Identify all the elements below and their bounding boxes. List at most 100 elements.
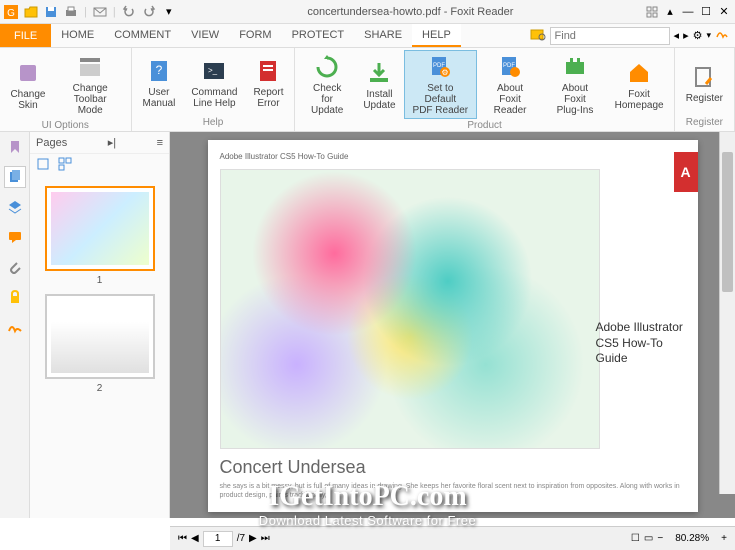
svg-text:>_: >_ — [208, 66, 218, 75]
page-total-label: /7 — [237, 533, 245, 544]
ribbon-toggle-icon[interactable]: ▴ — [663, 5, 677, 19]
email-icon[interactable] — [93, 5, 107, 19]
open-icon[interactable] — [24, 5, 38, 19]
close-icon[interactable]: ✕ — [717, 5, 731, 19]
file-menu-button[interactable]: FILE — [0, 24, 51, 47]
ribbon-group-ui-options: ChangeSkin ChangeToolbar Mode UI Options — [0, 48, 132, 131]
statusbar: ⏮ ◀ /7 ▶ ⏭ ☐ ▭ − 80.28% + — [170, 526, 735, 550]
foxit-homepage-button[interactable]: FoxitHomepage — [608, 50, 669, 119]
save-icon[interactable] — [44, 5, 58, 19]
search-area: ◂ ▸ ⚙ ▾ — [524, 24, 735, 47]
doc-illustration — [220, 169, 600, 449]
skin-icon — [14, 59, 42, 87]
tab-form[interactable]: FORM — [229, 24, 281, 47]
adobe-logo-icon: A — [674, 152, 698, 192]
grid-icon[interactable] — [645, 5, 659, 19]
check-update-button[interactable]: Check forUpdate — [299, 50, 354, 119]
pages-panel: Pages ▸| ≡ 1 2 — [30, 132, 170, 518]
doc-body-text: she says is a bit messy, but is full of … — [220, 482, 686, 500]
plugins-icon — [561, 53, 589, 81]
doc-side-title: Adobe Illustrator CS5 How-To Guide — [596, 320, 686, 367]
about-reader-button[interactable]: PDF About FoxitReader — [479, 50, 542, 119]
toolbar-mode-icon — [76, 53, 104, 81]
manual-icon: ? — [145, 57, 173, 85]
thumb-large-icon[interactable] — [36, 157, 50, 174]
pages-menu-icon[interactable]: ≡ — [157, 137, 163, 149]
document-viewer[interactable]: A Adobe Illustrator CS5 How-To Guide Ado… — [170, 132, 735, 518]
last-page-icon[interactable]: ⏭ — [261, 533, 270, 544]
change-skin-button[interactable]: ChangeSkin — [4, 50, 52, 119]
about-plugins-button[interactable]: About FoxitPlug-Ins — [544, 50, 607, 119]
sidebar-tab-bookmark[interactable] — [4, 136, 26, 158]
tab-comment[interactable]: COMMENT — [104, 24, 181, 47]
sidebar-tab-signatures[interactable] — [4, 316, 26, 338]
ribbon-group-help: ? UserManual >_ CommandLine Help ReportE… — [132, 48, 296, 131]
zoom-in-icon[interactable]: + — [721, 533, 727, 544]
about-reader-icon: PDF — [496, 53, 524, 81]
page-number-label: 2 — [36, 383, 163, 394]
register-icon — [690, 63, 718, 91]
print-icon[interactable] — [64, 5, 78, 19]
search-input[interactable] — [550, 27, 670, 45]
settings-gear-icon[interactable]: ⚙ — [693, 29, 703, 42]
doc-body-title: Concert Undersea — [220, 457, 686, 478]
set-default-reader-button[interactable]: PDF⚙ Set to DefaultPDF Reader — [404, 50, 477, 119]
quick-access-toolbar: G | | ▾ — [4, 5, 176, 19]
thumb-small-icon[interactable] — [58, 157, 72, 174]
prev-page-icon[interactable]: ◀ — [191, 533, 199, 544]
tab-protect[interactable]: PROTECT — [282, 24, 355, 47]
search-prev-icon[interactable]: ◂ — [674, 29, 680, 42]
zoom-level-label: 80.28% — [667, 533, 717, 544]
next-page-icon[interactable]: ▶ — [249, 533, 257, 544]
page-thumbnail-2[interactable] — [45, 294, 155, 379]
sidebar-tab-comments[interactable] — [4, 226, 26, 248]
tab-home[interactable]: HOME — [51, 24, 104, 47]
page-number-input[interactable] — [203, 531, 233, 547]
report-error-button[interactable]: ReportError — [246, 50, 290, 116]
tab-view[interactable]: VIEW — [181, 24, 229, 47]
menubar: FILE HOME COMMENT VIEW FORM PROTECT SHAR… — [0, 24, 735, 48]
pages-thumb-tools — [30, 154, 169, 176]
page-thumbnail-1[interactable] — [45, 186, 155, 271]
command-line-help-button[interactable]: >_ CommandLine Help — [184, 50, 244, 116]
search-next-icon[interactable]: ▸ — [683, 29, 689, 42]
cmd-icon: >_ — [200, 57, 228, 85]
minimize-icon[interactable]: — — [681, 5, 695, 19]
register-button[interactable]: Register — [679, 50, 730, 116]
page-number-label: 1 — [36, 275, 163, 286]
sidebar-tab-pages[interactable] — [4, 166, 26, 188]
pages-list: 1 2 — [30, 176, 169, 518]
redo-icon[interactable] — [142, 5, 156, 19]
change-toolbar-mode-button[interactable]: ChangeToolbar Mode — [54, 50, 127, 119]
install-update-button[interactable]: InstallUpdate — [357, 50, 402, 119]
sign-icon[interactable] — [715, 27, 729, 44]
window-title: concertundersea-howto.pdf - Foxit Reader — [176, 6, 645, 18]
svg-text:G: G — [7, 8, 15, 19]
tab-help[interactable]: HELP — [412, 24, 461, 47]
tab-share[interactable]: SHARE — [354, 24, 412, 47]
view-mode-icon[interactable]: ☐ — [631, 533, 640, 544]
content-area: Pages ▸| ≡ 1 2 A Adobe Illustrator CS5 H… — [0, 132, 735, 518]
ribbon-group-product: Check forUpdate InstallUpdate PDF⚙ Set t… — [295, 48, 674, 131]
app-logo-icon[interactable]: G — [4, 5, 18, 19]
view-mode-continuous-icon[interactable]: ▭ — [644, 533, 653, 544]
sidebar-tab-security[interactable] — [4, 286, 26, 308]
first-page-icon[interactable]: ⏮ — [178, 533, 187, 544]
qat-dropdown-icon[interactable]: ▾ — [162, 5, 176, 19]
sidebar-tab-attachments[interactable] — [4, 256, 26, 278]
maximize-icon[interactable]: ☐ — [699, 5, 713, 19]
zoom-out-icon[interactable]: − — [657, 533, 663, 544]
vertical-scrollbar[interactable] — [719, 132, 735, 494]
sidebar-tab-layers[interactable] — [4, 196, 26, 218]
default-pdf-icon: PDF⚙ — [426, 53, 454, 81]
pages-collapse-icon[interactable]: ▸| — [108, 136, 116, 149]
undo-icon[interactable] — [122, 5, 136, 19]
ribbon-group-register: Register Register — [675, 48, 735, 131]
find-folder-icon[interactable] — [530, 27, 546, 44]
window-controls: ▴ — ☐ ✕ — [645, 5, 731, 19]
doc-header-text: Adobe Illustrator CS5 How-To Guide — [220, 152, 686, 161]
titlebar: G | | ▾ concertundersea-howto.pdf - Foxi… — [0, 0, 735, 24]
ribbon: ChangeSkin ChangeToolbar Mode UI Options… — [0, 48, 735, 132]
user-manual-button[interactable]: ? UserManual — [136, 50, 183, 116]
home-icon — [625, 59, 653, 87]
